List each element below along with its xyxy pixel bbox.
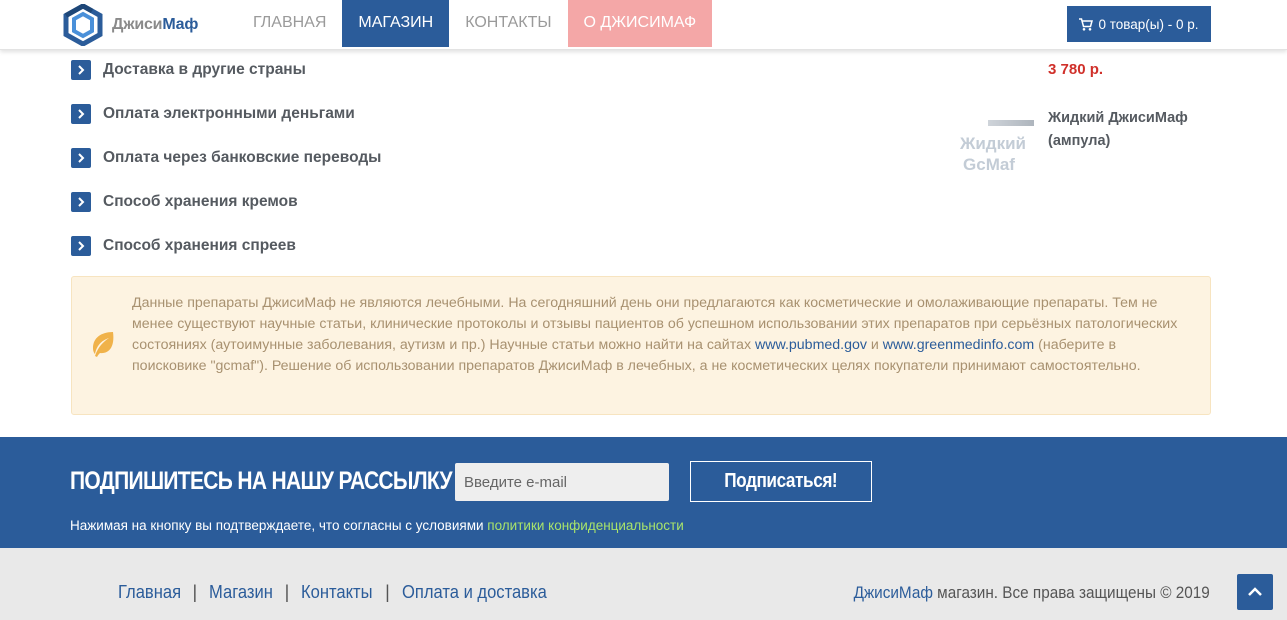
faq-item[interactable]: Оплата через банковские переводы xyxy=(71,136,381,180)
cart-button[interactable]: 0 товар(ы) - 0 р. xyxy=(1067,6,1211,42)
faq-item-label: Оплата через банковские переводы xyxy=(103,149,382,166)
faq-item[interactable]: Способ хранения кремов xyxy=(71,180,381,224)
separator: | xyxy=(284,582,290,602)
newsletter-title: ПОДПИШИТЕСЬ НА НАШУ РАССЫЛКУ xyxy=(70,467,453,495)
logo-text: ДжисиМаф xyxy=(112,16,199,33)
faq-list: Доставка в другие страны Оплата электрон… xyxy=(71,48,381,268)
email-input[interactable] xyxy=(455,463,669,501)
product-thumbnail[interactable]: Жидкий GcMaf xyxy=(948,116,1038,180)
chevron-up-icon xyxy=(1248,587,1262,596)
subscribe-button[interactable]: Подписаться! xyxy=(690,461,872,502)
newsletter-note: Нажимая на кнопку вы подтверждаете, что … xyxy=(70,518,684,533)
greenmedinfo-link[interactable]: www.greenmedinfo.com xyxy=(883,337,1034,353)
nav-item-home[interactable]: ГЛАВНАЯ xyxy=(237,0,342,47)
disclaimer-notice: Данные препараты ДжисиМаф не являются ле… xyxy=(71,276,1211,415)
footer-link-shop[interactable]: Магазин xyxy=(209,582,273,603)
leaf-icon xyxy=(93,332,114,357)
thumbnail-text: GcMaf xyxy=(963,155,1015,174)
footer-link-payment-delivery[interactable]: Оплата и доставка xyxy=(402,582,547,603)
footer-link-contacts[interactable]: Контакты xyxy=(301,582,373,603)
chevron-right-icon xyxy=(71,236,91,256)
footer-brand-link[interactable]: ДжисиМаф xyxy=(854,583,933,602)
faq-item-label: Способ хранения спреев xyxy=(103,237,296,254)
site-logo[interactable]: ДжисиМаф xyxy=(62,4,198,46)
faq-item-label: Оплата электронными деньгами xyxy=(103,105,355,122)
nav-item-shop[interactable]: МАГАЗИН xyxy=(342,0,450,47)
faq-item-label: Доставка в другие страны xyxy=(103,61,306,78)
faq-item-label: Способ хранения кремов xyxy=(103,193,298,210)
faq-item[interactable]: Способ хранения спреев xyxy=(71,224,381,268)
thumbnail-text: Жидкий xyxy=(959,134,1027,153)
scroll-to-top-button[interactable] xyxy=(1237,574,1273,610)
notice-text: Данные препараты ДжисиМаф не являются ле… xyxy=(132,295,1178,374)
footer-link-home[interactable]: Главная xyxy=(118,582,181,603)
faq-item[interactable]: Оплата электронными деньгами xyxy=(71,92,381,136)
chevron-right-icon xyxy=(71,104,91,124)
privacy-policy-link[interactable]: политики конфиденциальности xyxy=(487,518,684,533)
cart-icon xyxy=(1079,17,1094,31)
chevron-right-icon xyxy=(71,192,91,212)
separator: | xyxy=(385,582,390,602)
separator: | xyxy=(192,582,198,602)
product-ampoule-graphic xyxy=(988,120,1034,126)
site-header: ДжисиМаф ГЛАВНАЯ МАГАЗИН КОНТАКТЫ О ДЖИС… xyxy=(0,0,1287,50)
nav-item-about[interactable]: О ДЖИСИМАФ xyxy=(567,0,713,47)
product-price: 3 780 р. xyxy=(1048,61,1104,78)
chevron-right-icon xyxy=(71,148,91,168)
product-name-link[interactable]: Жидкий ДжисиМаф (ампула) xyxy=(1048,107,1218,153)
newsletter-section: ПОДПИШИТЕСЬ НА НАШУ РАССЫЛКУ Подписаться… xyxy=(0,437,1287,548)
pubmed-link[interactable]: www.pubmed.gov xyxy=(755,337,867,353)
nav-item-contacts[interactable]: КОНТАКТЫ xyxy=(449,0,567,47)
faq-item[interactable]: Доставка в другие страны xyxy=(71,48,381,92)
site-footer: Главная | Магазин | Контакты | Оплата и … xyxy=(0,548,1287,620)
chevron-right-icon xyxy=(71,60,91,80)
copyright: ДжисиМаф магазин. Все права защищены © 2… xyxy=(853,583,1210,602)
main-nav: ГЛАВНАЯ МАГАЗИН КОНТАКТЫ О ДЖИСИМАФ xyxy=(237,0,713,47)
footer-nav: Главная | Магазин | Контакты | Оплата и … xyxy=(118,582,559,603)
cart-label: 0 товар(ы) - 0 р. xyxy=(1098,16,1199,32)
logo-hexagon-icon xyxy=(63,4,103,46)
